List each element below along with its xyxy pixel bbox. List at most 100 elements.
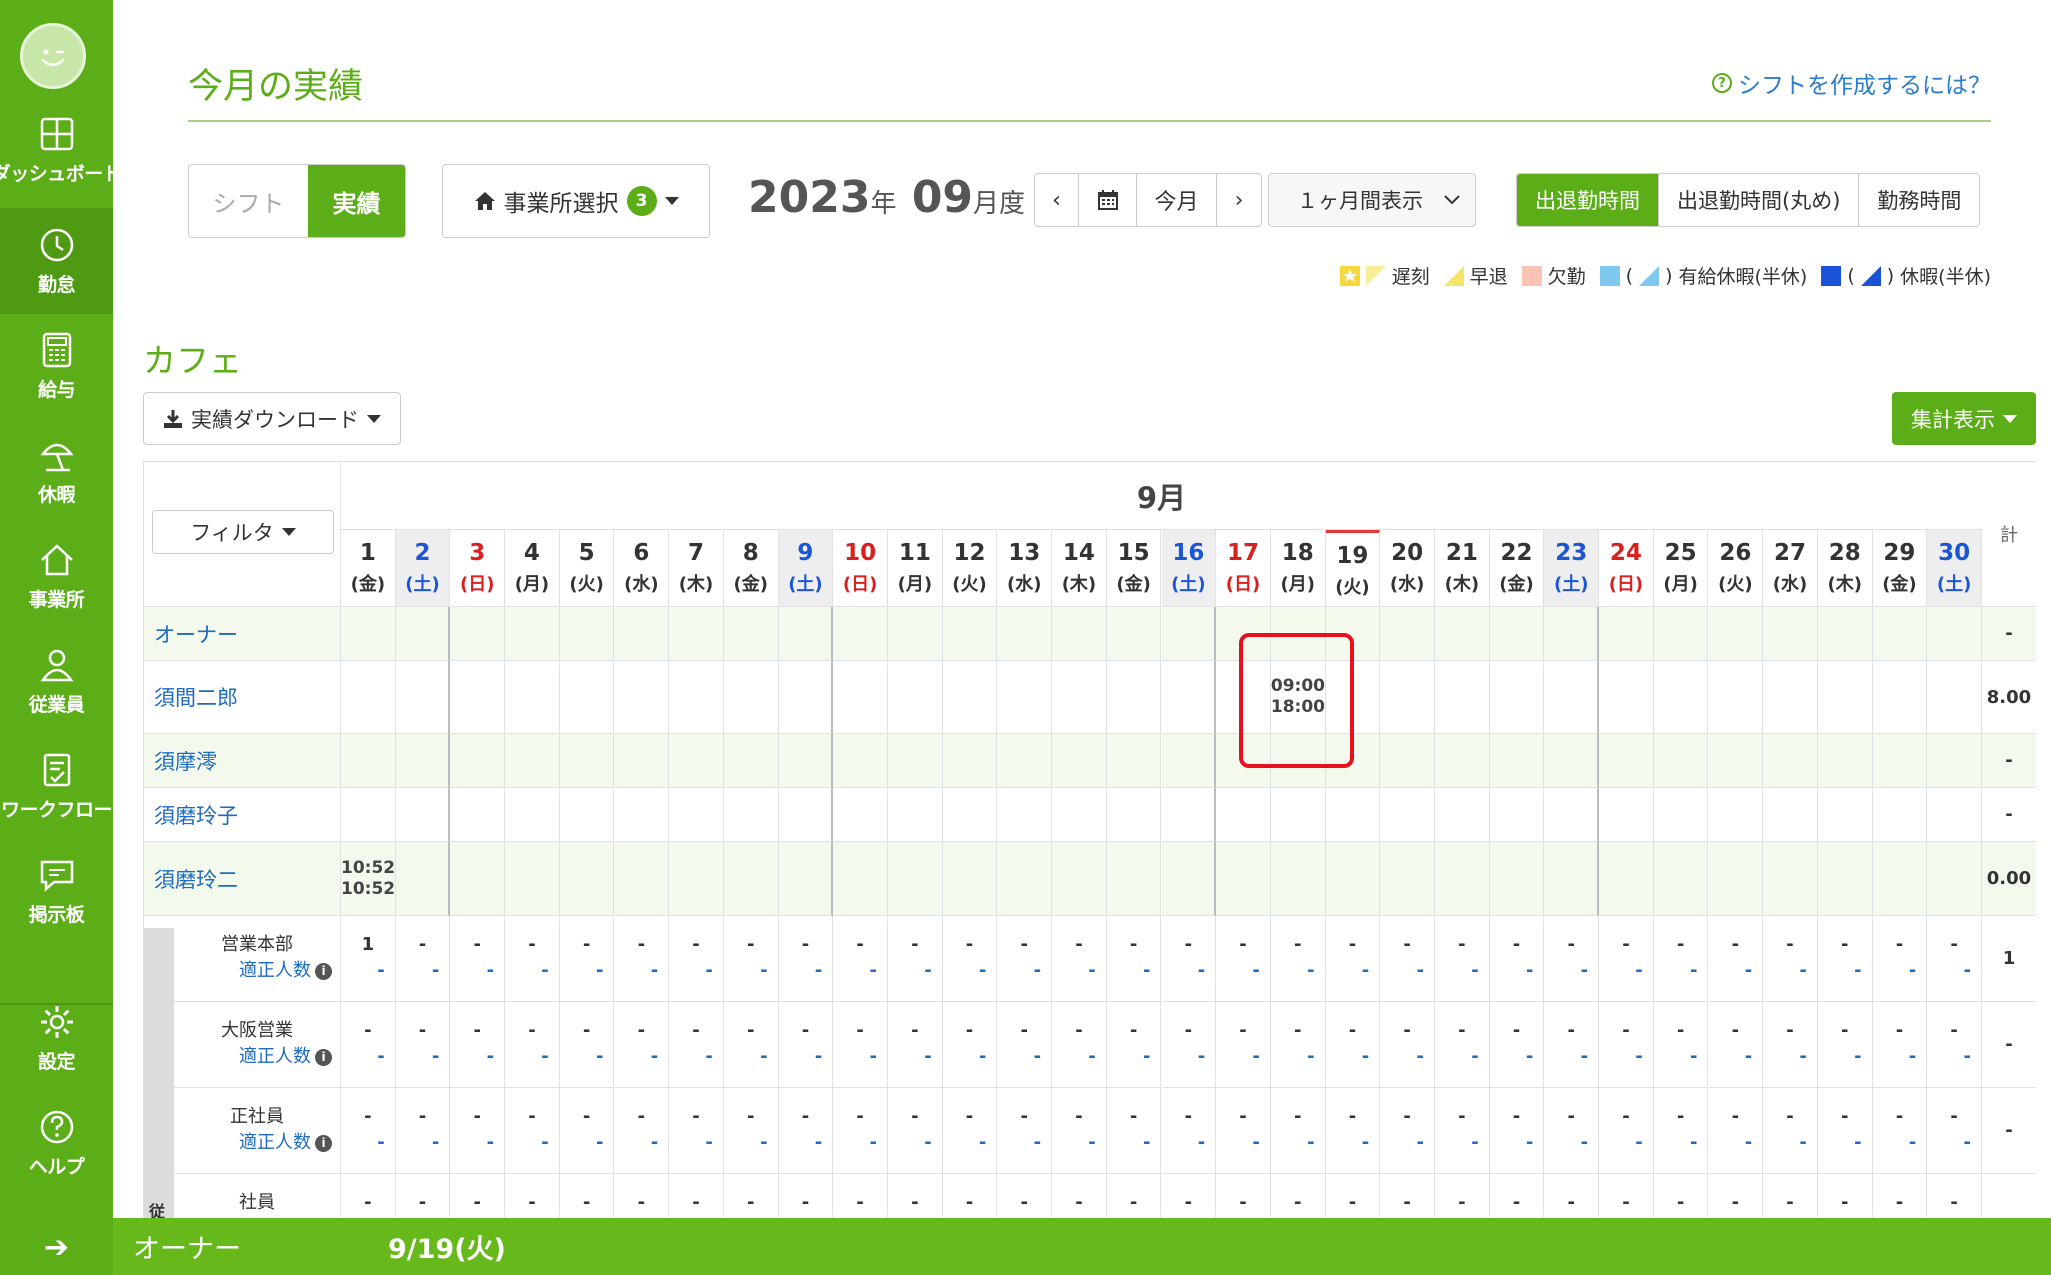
day-cell[interactable]	[1106, 661, 1162, 734]
collapse-sidebar-icon[interactable]: ➔	[0, 1219, 113, 1275]
day-cell[interactable]	[1927, 734, 1982, 788]
download-actual-button[interactable]: 実績ダウンロード	[143, 392, 401, 445]
day-header[interactable]: 13 (水)	[997, 530, 1053, 607]
optimal-staff-link[interactable]: 適正人数 i	[174, 1044, 340, 1070]
day-cell[interactable]	[1763, 842, 1818, 916]
day-cell[interactable]: 09:00 18:00	[1270, 661, 1326, 734]
day-cell[interactable]	[1708, 788, 1764, 842]
day-header[interactable]: 22 (金)	[1489, 530, 1545, 607]
day-cell[interactable]	[1270, 788, 1326, 842]
day-cell[interactable]	[1380, 661, 1435, 734]
day-cell[interactable]	[1216, 607, 1271, 661]
info-icon[interactable]: i	[315, 962, 332, 980]
day-header[interactable]: 29 (金)	[1872, 530, 1928, 607]
day-cell[interactable]	[1544, 842, 1600, 916]
this-month-button[interactable]: 今月	[1137, 174, 1217, 226]
day-cell[interactable]	[1708, 842, 1764, 916]
day-cell[interactable]	[1927, 842, 1982, 916]
day-header[interactable]: 19 (火)	[1325, 530, 1381, 607]
mode-work-hours-button[interactable]: 勤務時間	[1859, 174, 1979, 226]
day-cell[interactable]	[341, 607, 396, 661]
day-cell[interactable]	[1653, 734, 1709, 788]
day-cell[interactable]	[1708, 607, 1764, 661]
day-header[interactable]: 1 (金)	[341, 530, 396, 607]
day-cell[interactable]	[1544, 607, 1600, 661]
day-header[interactable]: 20 (水)	[1380, 530, 1435, 607]
day-cell[interactable]	[1489, 842, 1545, 916]
day-cell[interactable]	[1161, 788, 1217, 842]
day-header[interactable]: 5 (火)	[559, 530, 615, 607]
day-cell[interactable]	[669, 661, 724, 734]
day-cell[interactable]	[1380, 788, 1435, 842]
actual-view-button[interactable]: 実績	[307, 165, 405, 237]
day-cell[interactable]	[505, 788, 560, 842]
day-cell[interactable]	[1599, 842, 1654, 916]
day-header[interactable]: 9 (土)	[778, 530, 834, 607]
calendar-button[interactable]	[1079, 174, 1137, 226]
day-cell[interactable]	[1489, 788, 1545, 842]
day-cell[interactable]	[669, 788, 724, 842]
day-cell[interactable]	[1435, 607, 1490, 661]
day-cell[interactable]	[1052, 842, 1107, 916]
day-cell[interactable]	[1708, 734, 1764, 788]
shift-view-button[interactable]: シフト	[189, 165, 308, 237]
day-header[interactable]: 25 (月)	[1653, 530, 1709, 607]
day-cell[interactable]	[1927, 788, 1982, 842]
day-cell[interactable]	[778, 734, 834, 788]
day-cell[interactable]	[1380, 734, 1435, 788]
day-header[interactable]: 11 (月)	[888, 530, 943, 607]
day-cell[interactable]	[1161, 842, 1217, 916]
day-cell[interactable]	[778, 607, 834, 661]
day-cell[interactable]	[1817, 842, 1873, 916]
prev-month-button[interactable]: ‹	[1035, 174, 1079, 226]
day-cell[interactable]	[888, 734, 943, 788]
day-cell[interactable]	[505, 842, 560, 916]
day-cell[interactable]	[669, 607, 724, 661]
employee-name-link[interactable]: 須磨玲子	[144, 788, 341, 842]
day-cell[interactable]	[1270, 842, 1326, 916]
info-icon[interactable]: i	[315, 1048, 332, 1066]
day-header[interactable]: 6 (水)	[614, 530, 670, 607]
day-cell[interactable]	[1653, 607, 1709, 661]
day-cell[interactable]	[341, 661, 396, 734]
day-cell[interactable]	[1763, 661, 1818, 734]
sidebar-item-beach-umbrella[interactable]: 休暇	[0, 418, 113, 524]
day-cell[interactable]	[1216, 788, 1271, 842]
day-cell[interactable]	[1161, 607, 1217, 661]
day-cell[interactable]	[559, 842, 615, 916]
day-cell[interactable]	[1763, 734, 1818, 788]
day-cell[interactable]	[942, 607, 998, 661]
day-cell[interactable]	[1325, 661, 1381, 734]
day-cell[interactable]	[723, 788, 779, 842]
day-header[interactable]: 24 (日)	[1599, 530, 1654, 607]
optimal-staff-link[interactable]: 適正人数 i	[174, 958, 340, 984]
sidebar-item-dashboard[interactable]: ダッシュボード	[0, 97, 122, 203]
sidebar-item-chat[interactable]: 掲示板	[0, 838, 113, 944]
day-cell[interactable]	[1708, 661, 1764, 734]
day-cell[interactable]	[505, 661, 560, 734]
day-cell[interactable]	[1052, 661, 1107, 734]
day-cell[interactable]	[833, 607, 888, 661]
day-header[interactable]: 2 (土)	[395, 530, 451, 607]
day-cell[interactable]	[1106, 734, 1162, 788]
day-cell[interactable]	[1216, 734, 1271, 788]
sidebar-item-calculator[interactable]: 給与	[0, 313, 113, 419]
employee-name-link[interactable]: 須間二郎	[144, 661, 341, 734]
day-cell[interactable]	[778, 842, 834, 916]
sidebar-item-home[interactable]: 事業所	[0, 523, 113, 629]
day-header[interactable]: 14 (木)	[1052, 530, 1107, 607]
range-select[interactable]: １ヶ月間表示	[1268, 173, 1476, 227]
day-header[interactable]: 30 (土)	[1927, 530, 1982, 607]
day-header[interactable]: 17 (日)	[1216, 530, 1271, 607]
day-cell[interactable]	[942, 842, 998, 916]
day-cell[interactable]	[723, 607, 779, 661]
day-cell[interactable]	[1599, 661, 1654, 734]
day-cell[interactable]	[1489, 734, 1545, 788]
day-cell[interactable]	[833, 788, 888, 842]
day-cell[interactable]	[778, 661, 834, 734]
day-cell[interactable]	[614, 842, 670, 916]
day-cell[interactable]	[1435, 788, 1490, 842]
day-cell[interactable]	[395, 661, 451, 734]
day-cell[interactable]	[1544, 661, 1600, 734]
day-cell[interactable]	[723, 661, 779, 734]
